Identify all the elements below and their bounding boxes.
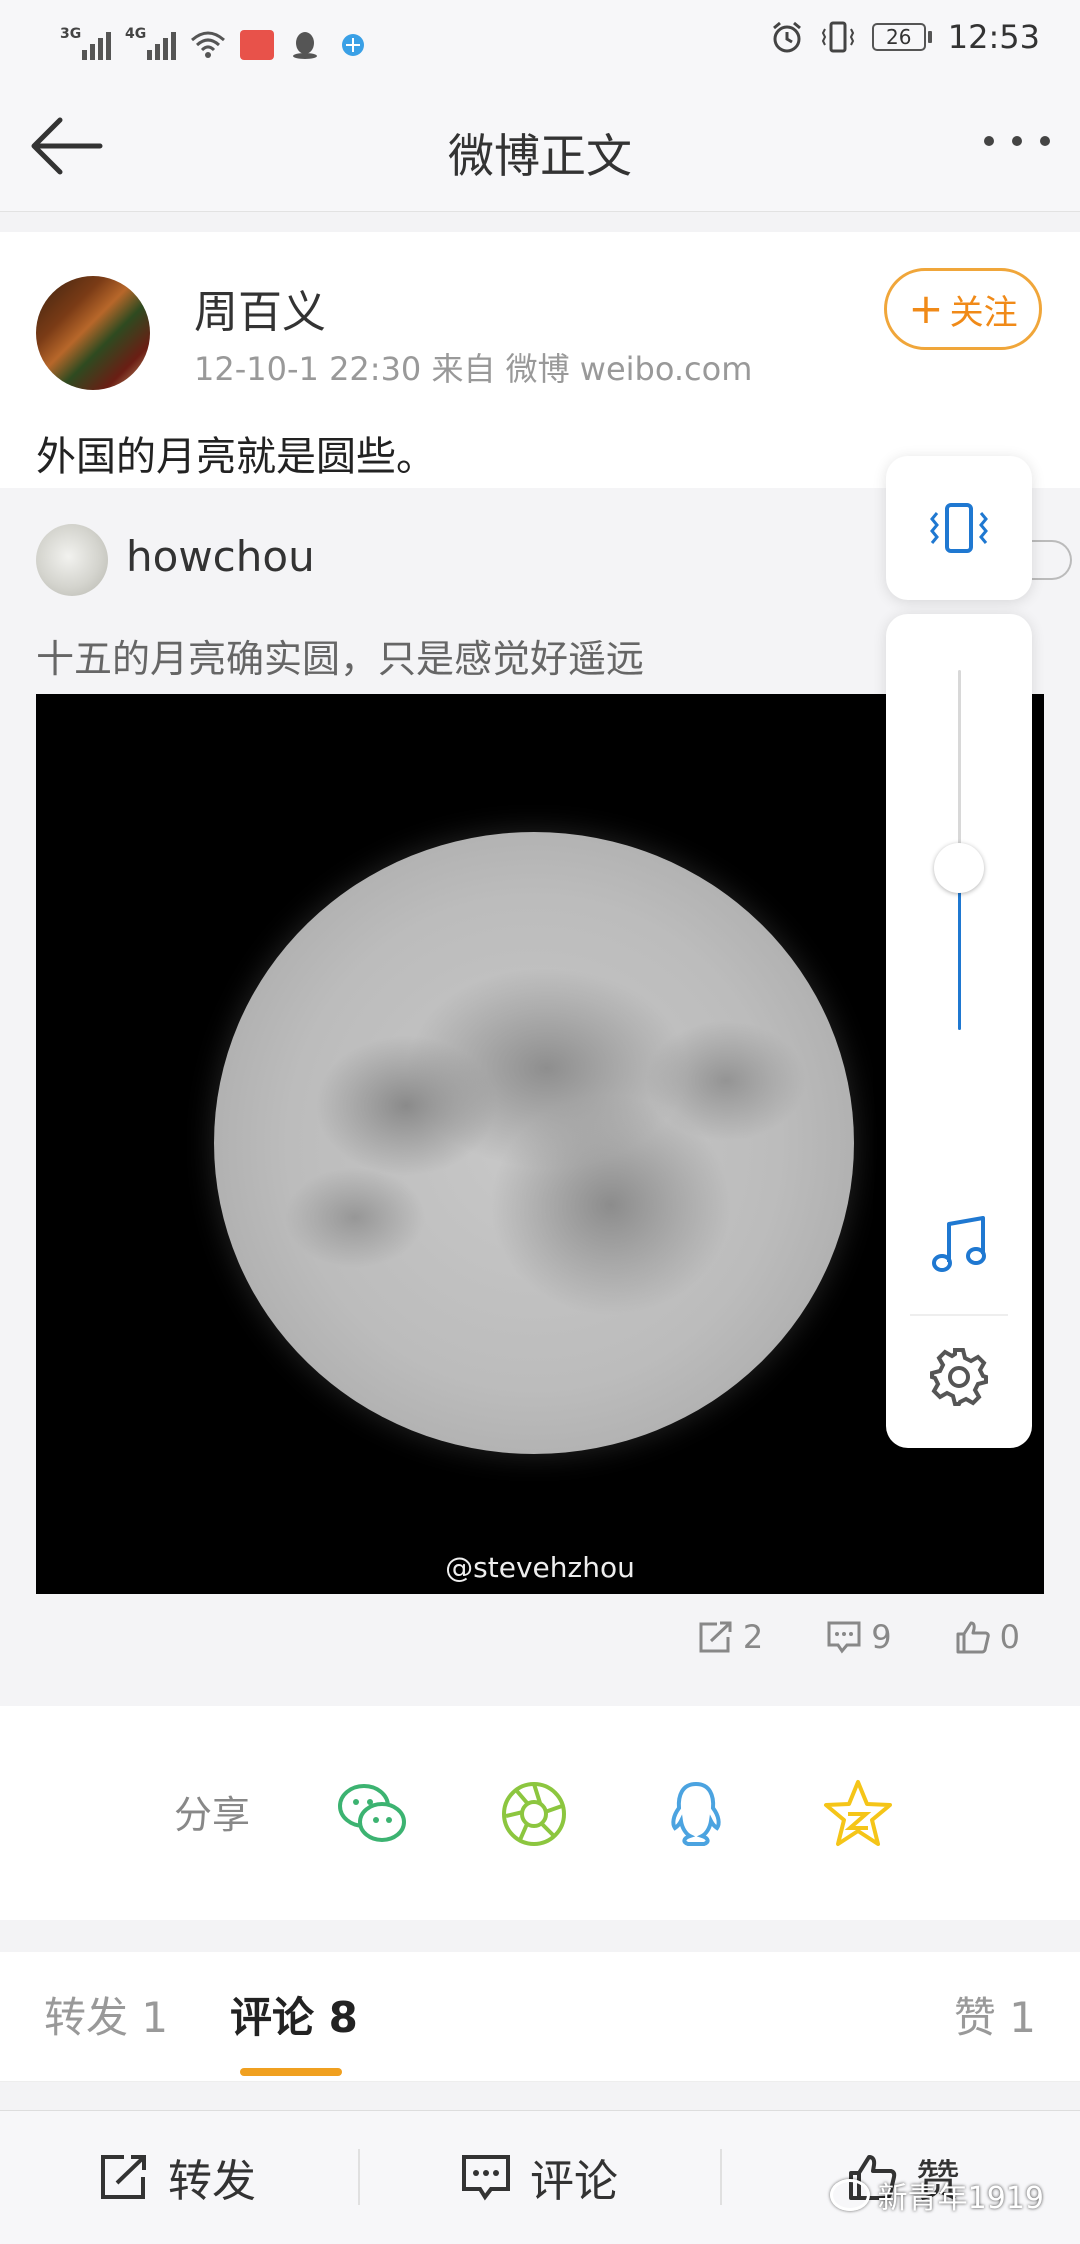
repost-button[interactable]: 转发 (98, 2145, 256, 2209)
retweet-text: 十五的月亮确实圆，只是感觉好遥远 (36, 637, 645, 681)
post-text: 外国的月亮就是圆些。 (36, 434, 436, 480)
battery-icon: 26 (871, 23, 932, 51)
signal-icon: 3G (60, 26, 111, 60)
moments-icon[interactable] (496, 1776, 572, 1852)
volume-panel-edge (1032, 540, 1072, 580)
signal-icon: 4G (125, 26, 176, 60)
comment-button[interactable]: 评论 (460, 2145, 618, 2209)
image-watermark: @stevehzhou (445, 1551, 635, 1584)
repost-label: 转发 (168, 2156, 256, 2207)
comment-stat[interactable]: 9 (825, 1618, 892, 1656)
volume-slider-thumb[interactable] (934, 843, 984, 893)
author-name[interactable]: 周百义 (194, 276, 326, 340)
detail-tabs: 转发 1 评论 8 赞 1 (0, 1952, 1080, 2082)
retweet-user[interactable]: howchou (126, 532, 315, 581)
comment-count: 9 (871, 1618, 892, 1656)
follow-button[interactable]: + 关注 (884, 268, 1042, 350)
like-count: 0 (999, 1618, 1020, 1656)
brand-watermark: 新青年1919 (829, 2173, 1044, 2217)
like-stat[interactable]: 0 (954, 1618, 1020, 1656)
comment-icon (462, 2155, 510, 2201)
vibrate-toggle[interactable] (886, 456, 1032, 600)
wifi-icon (191, 31, 225, 58)
network-type-label: 4G (125, 26, 147, 42)
wechat-bubble-icon (829, 2179, 870, 2211)
plus-icon: + (908, 284, 944, 333)
more-dots-icon[interactable] (984, 136, 1050, 146)
vibrate-icon (930, 503, 988, 553)
tab-like[interactable]: 赞 1 (954, 1984, 1036, 2045)
network-type-label: 3G (60, 26, 82, 42)
vibrate-icon (821, 21, 854, 53)
brand-watermark-text: 新青年1919 (877, 2181, 1044, 2216)
app-notification-icon (240, 30, 274, 60)
thumbs-up-icon (956, 1621, 990, 1654)
repost-count: 2 (742, 1618, 764, 1656)
repost-icon (699, 1621, 732, 1653)
repost-icon (101, 2155, 146, 2199)
wechat-icon[interactable] (334, 1776, 410, 1852)
tab-repost[interactable]: 转发 1 (44, 1984, 168, 2045)
settings-gear-icon[interactable] (928, 1346, 990, 1408)
comment-label: 评论 (530, 2156, 618, 2207)
browser-icon (342, 34, 364, 56)
tab-comment[interactable]: 评论 8 (230, 1984, 358, 2045)
weibo-detail-screen: 3G 4G 26 12:53 微博正文 周百义 12-10-1 22:30 来自… (0, 0, 1080, 2244)
status-right: 26 12:53 (770, 18, 1040, 56)
bottom-action-bar: 转发 评论 赞 新青年1919 (0, 2110, 1080, 2244)
volume-panel (886, 614, 1032, 1448)
avatar[interactable] (36, 276, 150, 390)
share-label: 分享 (174, 1793, 251, 1837)
nav-bar: 微博正文 (0, 80, 1080, 212)
repost-stat[interactable]: 2 (697, 1618, 763, 1656)
avatar[interactable] (36, 524, 108, 596)
moon-image (214, 832, 854, 1454)
status-left: 3G 4G (60, 20, 370, 60)
comment-icon (827, 1621, 861, 1654)
battery-level: 26 (871, 23, 926, 51)
alarm-icon (772, 21, 801, 53)
qq-icon[interactable] (658, 1776, 734, 1852)
active-tab-indicator (240, 2068, 342, 2076)
retweet-stats: 2 9 0 (697, 1618, 1020, 1656)
clock: 12:53 (947, 18, 1040, 56)
follow-label: 关注 (949, 292, 1018, 333)
share-row: 分享 (0, 1706, 1080, 1920)
volume-panel-divider (910, 1314, 1008, 1316)
page-title: 微博正文 (448, 129, 632, 183)
qq-icon (293, 32, 317, 59)
status-bar: 3G 4G 26 12:53 (0, 0, 1080, 80)
qzone-icon[interactable] (820, 1776, 896, 1852)
music-note-icon[interactable] (929, 1214, 989, 1276)
post-meta: 12-10-1 22:30 来自 微博 weibo.com (194, 350, 753, 388)
